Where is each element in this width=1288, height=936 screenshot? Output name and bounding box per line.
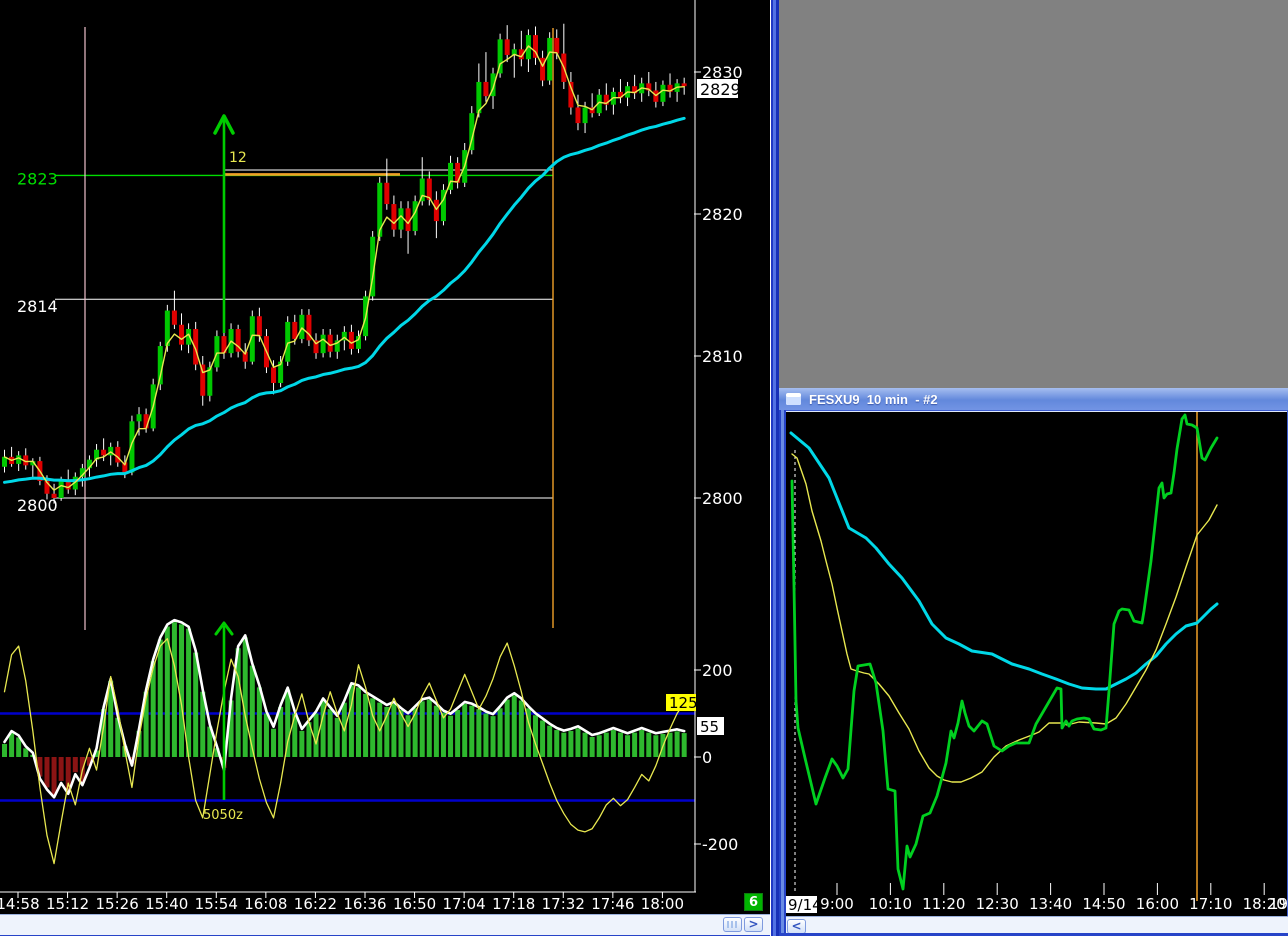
svg-text:19:30: 19:30: [1269, 895, 1287, 913]
svg-text:11:20: 11:20: [922, 895, 965, 913]
workspace-background: [779, 0, 1288, 388]
svg-text:5050z: 5050z: [203, 808, 243, 823]
window-frame-edge: [779, 410, 786, 933]
svg-text:15:26: 15:26: [96, 895, 139, 913]
svg-text:9:00: 9:00: [820, 895, 854, 913]
svg-text:16:08: 16:08: [244, 895, 287, 913]
window-title: FESXU9 10 min - #2: [809, 391, 938, 407]
svg-text:2823: 2823: [17, 169, 58, 188]
svg-text:17:32: 17:32: [542, 895, 585, 913]
scroll-left-button[interactable]: <: [787, 919, 806, 934]
right-chart-hscrollbar[interactable]: <: [786, 916, 1288, 934]
scrollbar-grip-icon: [727, 921, 738, 928]
svg-text:18:00: 18:00: [641, 895, 684, 913]
svg-text:9/14: 9/14: [788, 896, 822, 914]
svg-text:13:40: 13:40: [1029, 895, 1072, 913]
svg-text:17:10: 17:10: [1189, 895, 1232, 913]
svg-text:2800: 2800: [17, 496, 58, 515]
svg-text:14:58: 14:58: [0, 895, 40, 913]
svg-text:15:40: 15:40: [145, 895, 188, 913]
window-icon: [786, 393, 801, 405]
svg-text:0: 0: [702, 748, 712, 767]
window-titlebar[interactable]: FESXU9 10 min - #2: [779, 388, 1288, 410]
left-chart-canvas[interactable]: 125050z283028202810280028292823281428002…: [0, 0, 770, 914]
svg-text:2829: 2829: [700, 80, 741, 99]
svg-text:15:12: 15:12: [46, 895, 89, 913]
left-chart-hscrollbar[interactable]: >: [0, 914, 770, 936]
svg-text:16:00: 16:00: [1136, 895, 1179, 913]
window-divider[interactable]: [770, 0, 779, 936]
svg-text:17:46: 17:46: [591, 895, 634, 913]
svg-text:17:04: 17:04: [443, 895, 486, 913]
svg-text:2820: 2820: [702, 205, 743, 224]
svg-text:16:50: 16:50: [393, 895, 436, 913]
svg-text:10:10: 10:10: [869, 895, 912, 913]
svg-text:12:30: 12:30: [976, 895, 1019, 913]
svg-text:2800: 2800: [702, 489, 743, 508]
svg-text:200: 200: [702, 661, 733, 680]
svg-text:16:22: 16:22: [294, 895, 337, 913]
scroll-right-button[interactable]: >: [744, 917, 763, 932]
svg-text:16:36: 16:36: [343, 895, 386, 913]
svg-text:14:50: 14:50: [1082, 895, 1125, 913]
right-chart-canvas[interactable]: 9:00 10:10 11:20 12:30 13:40 14:50 16:00 17:10 1…: [786, 411, 1287, 917]
bar-count-badge: 6: [744, 893, 763, 911]
left-chart-window: 12 5050z 2830 2820 2810 2800 2829 2823 2814 2800 2…: [0, 0, 770, 936]
scrollbar-thumb[interactable]: [723, 917, 742, 932]
svg-text:12: 12: [229, 150, 247, 166]
fesxu9-chart-window: FESXU9 10 min - #2 9:00 10:10 11:20 12:30 13…: [779, 388, 1288, 936]
svg-text:125: 125: [669, 694, 698, 712]
svg-text:17:18: 17:18: [492, 895, 535, 913]
svg-text:2814: 2814: [17, 297, 58, 316]
svg-text:2810: 2810: [702, 347, 743, 366]
svg-text:-200: -200: [702, 835, 738, 854]
svg-text:55: 55: [700, 718, 719, 736]
svg-text:15:54: 15:54: [195, 895, 238, 913]
